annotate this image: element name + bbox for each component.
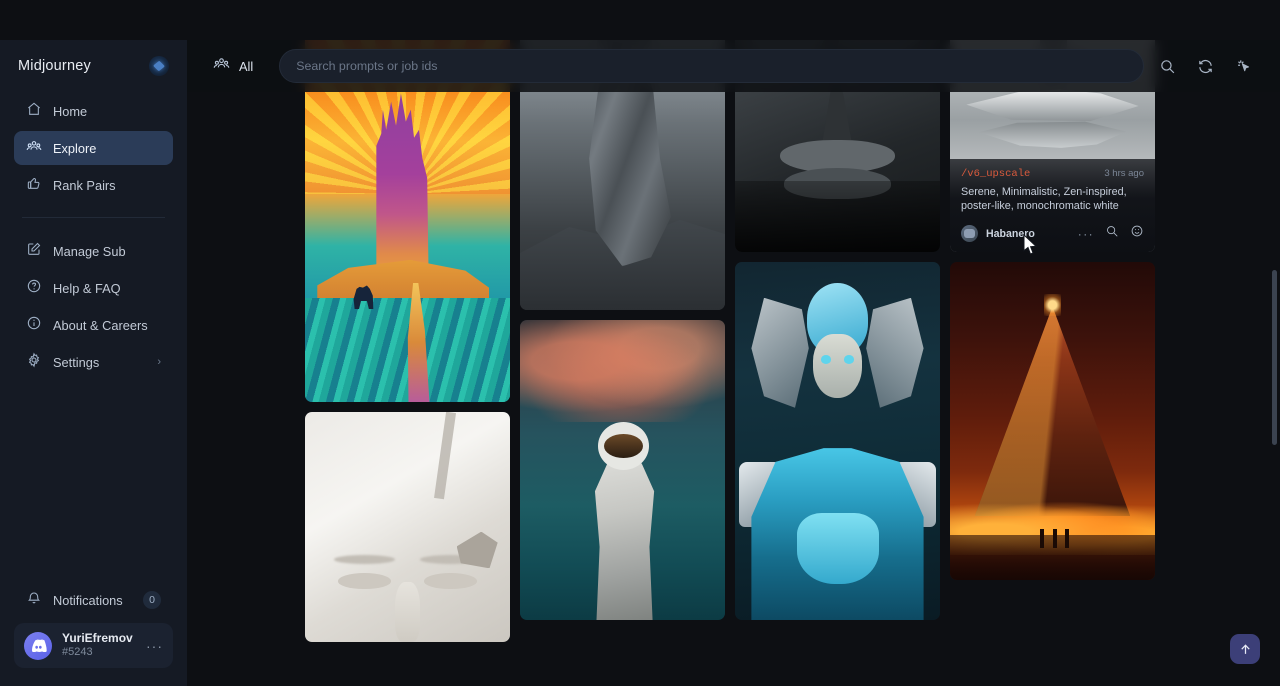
sidebar-item-about-careers[interactable]: About & Careers xyxy=(14,308,173,342)
card-react-emoji-icon[interactable] xyxy=(1130,224,1144,243)
notifications-label: Notifications xyxy=(53,593,123,608)
notifications-count-badge: 0 xyxy=(143,591,161,609)
user-discriminator: #5243 xyxy=(62,646,133,660)
gallery-image xyxy=(950,262,1155,580)
sidebar-divider xyxy=(22,217,165,218)
gallery-image xyxy=(305,412,510,642)
gallery-card[interactable] xyxy=(305,412,510,642)
search-icon[interactable] xyxy=(1152,51,1182,81)
sidebar-item-settings-label: Settings xyxy=(53,355,99,370)
edit-icon xyxy=(26,241,42,262)
sidebar-item-explore-label: Explore xyxy=(53,141,96,156)
midjourney-gem-badge-icon[interactable] xyxy=(149,56,169,76)
search-input[interactable] xyxy=(296,59,1127,73)
vertical-scrollbar[interactable] xyxy=(1272,270,1277,445)
search-bar[interactable] xyxy=(279,49,1144,83)
sidebar-item-rank-pairs-label: Rank Pairs xyxy=(53,178,116,193)
question-circle-icon xyxy=(26,278,42,299)
gallery-column xyxy=(305,40,510,642)
gallery-card[interactable] xyxy=(305,40,510,402)
filter-all-label: All xyxy=(239,59,253,74)
card-more-options-button[interactable]: ··· xyxy=(1078,227,1094,241)
gallery-image xyxy=(520,320,725,620)
sidebar-item-explore[interactable]: Explore xyxy=(14,131,173,165)
chevron-right-icon: › xyxy=(157,356,161,368)
scroll-to-top-button[interactable] xyxy=(1230,634,1260,664)
card-hover-overlay: /v6_upscale 3 hrs ago Serene, Minimalistic… xyxy=(950,159,1155,253)
refresh-icon[interactable] xyxy=(1190,51,1220,81)
discord-avatar-icon xyxy=(24,632,52,660)
sidebar-item-manage-sub-label: Manage Sub xyxy=(53,244,126,259)
sidebar-item-home-label: Home xyxy=(53,104,87,119)
sidebar-item-rank-pairs[interactable]: Rank Pairs xyxy=(14,168,173,202)
sidebar-item-settings[interactable]: Settings › xyxy=(14,345,173,379)
user-menu-button[interactable]: ··· xyxy=(146,638,163,654)
community-icon xyxy=(213,55,230,77)
user-profile-card[interactable]: YuriEfremov #5243 ··· xyxy=(14,623,173,668)
bell-icon xyxy=(26,590,42,611)
gear-icon xyxy=(26,352,42,373)
card-search-similar-icon[interactable] xyxy=(1105,224,1119,243)
sidebar-item-help-faq-label: Help & FAQ xyxy=(53,281,121,296)
gallery-card[interactable] xyxy=(950,262,1155,580)
filter-all-button[interactable]: All xyxy=(203,49,263,83)
job-prompt-text: Serene, Minimalistic, Zen-inspired, post… xyxy=(961,185,1144,214)
community-icon xyxy=(26,138,42,159)
user-name: YuriEfremov xyxy=(62,631,133,646)
brand-row: Midjourney xyxy=(0,40,187,90)
image-gallery[interactable]: /v6_upscale 3 hrs ago Serene, Minimalistic… xyxy=(187,40,1280,686)
gallery-column xyxy=(735,40,940,642)
sidebar-item-notifications[interactable]: Notifications 0 xyxy=(14,583,173,617)
gallery-column: /v6_upscale 3 hrs ago Serene, Minimalistic… xyxy=(950,40,1155,642)
gallery-column xyxy=(520,40,725,642)
sidebar-item-manage-sub[interactable]: Manage Sub xyxy=(14,234,173,268)
sparkle-cursor-icon[interactable] xyxy=(1228,51,1258,81)
gallery-image xyxy=(735,262,940,620)
thumbs-up-icon xyxy=(26,175,42,196)
author-name: Habanero xyxy=(986,228,1035,240)
app-title: Midjourney xyxy=(18,58,91,74)
sidebar-item-help-faq[interactable]: Help & FAQ xyxy=(14,271,173,305)
window-top-strip xyxy=(0,0,1280,40)
gallery-card[interactable] xyxy=(520,320,725,620)
top-header-bar: All xyxy=(187,40,1280,92)
job-timestamp: 3 hrs ago xyxy=(1104,168,1144,179)
sidebar-item-about-careers-label: About & Careers xyxy=(53,318,148,333)
sidebar: Midjourney Home Expl xyxy=(0,40,187,686)
app-root: /v6_upscale 3 hrs ago Serene, Minimalistic… xyxy=(0,0,1280,686)
author-avatar xyxy=(961,225,978,242)
gallery-image xyxy=(305,40,510,402)
info-circle-icon xyxy=(26,315,42,336)
home-icon xyxy=(26,101,42,122)
job-command-label: /v6_upscale xyxy=(961,168,1030,180)
gallery-card[interactable] xyxy=(735,262,940,620)
sidebar-item-home[interactable]: Home xyxy=(14,94,173,128)
sidebar-primary-nav: Home Explore xyxy=(0,90,187,205)
sidebar-secondary-nav: Manage Sub Help & FAQ xyxy=(0,230,187,382)
